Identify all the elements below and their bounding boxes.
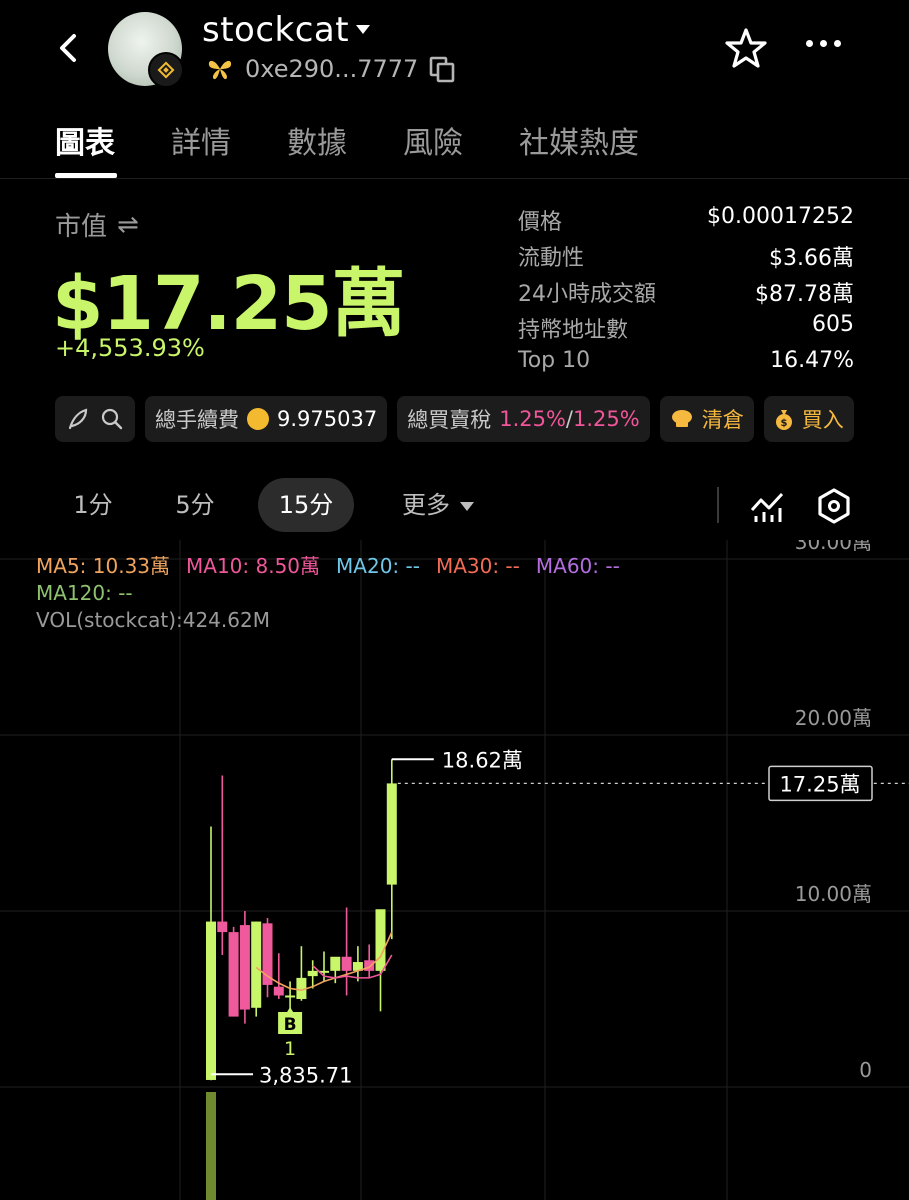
divider: [0, 178, 909, 179]
candle-body: [330, 956, 341, 971]
butterfly-icon: [208, 60, 232, 80]
candle-body: [307, 970, 318, 977]
candle-body: [364, 960, 375, 971]
low-label: 3,835.71: [259, 1063, 353, 1087]
legend-ma5: MA5: 10.33萬: [36, 554, 171, 578]
chevron-down-icon: [460, 501, 474, 511]
candle-body: [217, 921, 228, 933]
back-arrow-icon[interactable]: [50, 28, 90, 68]
copy-icon[interactable]: [428, 55, 456, 83]
y-tick-label: 0: [859, 1058, 872, 1082]
action-chips: 總手續費 9.975037 總買賣稅 1.25%/1.25% 清倉 $ 買入: [55, 396, 854, 442]
legend-ma60: MA60: --: [535, 554, 620, 578]
legend-ma120: MA120: --: [36, 581, 133, 605]
contract-address: 0xe290...7777: [245, 55, 419, 83]
money-bag-icon: $: [775, 410, 792, 430]
stat-liquidity: 流動性 $3.66萬: [518, 246, 854, 271]
candle-body: [273, 986, 284, 996]
swap-icon[interactable]: ⇌: [117, 210, 139, 240]
stat-price: 價格 $0.00017252: [518, 204, 854, 235]
volume-bar: [206, 1092, 216, 1200]
tab-risk[interactable]: 風險: [403, 118, 463, 162]
tab-bar: 圖表 詳情 數據 風險 社媒熱度: [55, 118, 639, 162]
legend-ma30: MA30: --: [435, 554, 520, 578]
token-name[interactable]: stockcat: [202, 10, 349, 50]
candle-body: [285, 995, 296, 998]
bnb-coin-icon: [247, 408, 269, 430]
candle-body: [375, 909, 386, 971]
chip-clear-position[interactable]: 清倉: [659, 396, 754, 442]
chevron-down-icon[interactable]: [356, 25, 370, 34]
chip-tools[interactable]: [55, 396, 135, 442]
stats-panel: 價格 $0.00017252 流動性 $3.66萬 24小時成交額 $87.78萬 持…: [518, 204, 854, 384]
interval-5m[interactable]: 5分: [160, 478, 230, 532]
candle-body: [251, 921, 262, 1008]
y-tick-label: 30.00萬: [795, 540, 872, 554]
tab-data[interactable]: 數據: [287, 118, 347, 162]
chip-tax[interactable]: 總買賣稅 1.25%/1.25%: [397, 396, 650, 442]
interval-more[interactable]: 更多: [388, 478, 488, 532]
legend-ma10: MA10: 8.50萬: [186, 554, 321, 578]
settings-hexagon-icon[interactable]: [815, 487, 853, 525]
candle-body: [206, 921, 216, 1080]
ma-legend: MA5: 10.33萬 MA10: 8.50萬 MA20: -- MA30: -- MA…: [36, 553, 716, 634]
legend-volume: VOL(stockcat):424.62M: [36, 608, 270, 632]
svg-text:$: $: [780, 418, 787, 429]
buy-marker-count: 1: [284, 1038, 296, 1060]
contract-address-row: 0xe290...7777: [205, 55, 456, 83]
interval-1m[interactable]: 1分: [60, 478, 126, 532]
stat-24h-volume: 24小時成交額 $87.78萬: [518, 282, 854, 307]
current-price-label: 17.25萬: [779, 772, 860, 796]
tab-details[interactable]: 詳情: [171, 118, 231, 162]
chip-buy[interactable]: $ 買入: [763, 396, 854, 442]
feather-icon[interactable]: [65, 406, 91, 432]
market-cap-label[interactable]: 市值 ⇌: [55, 206, 139, 243]
y-tick-label: 20.00萬: [795, 706, 872, 730]
buy-marker-letter: B: [284, 1015, 297, 1035]
chip-total-fee[interactable]: 總手續費 9.975037: [145, 396, 388, 442]
candle-body: [239, 925, 250, 1010]
more-dots-icon[interactable]: [806, 40, 841, 47]
y-tick-label: 10.00萬: [795, 882, 872, 906]
interval-15m[interactable]: 15分: [258, 478, 354, 532]
chef-hat-icon: [671, 410, 692, 427]
search-icon[interactable]: [99, 406, 125, 432]
high-label: 18.62萬: [442, 748, 523, 772]
indicator-icon[interactable]: [750, 488, 784, 524]
candle-body: [228, 932, 239, 1017]
stat-holders: 持幣地址數 605: [518, 312, 854, 343]
star-icon[interactable]: [724, 26, 768, 70]
divider: [717, 487, 719, 523]
market-cap-change: +4,553.93%: [55, 334, 205, 362]
market-cap-label-text: 市值: [55, 212, 108, 242]
tab-social[interactable]: 社媒熱度: [519, 118, 639, 162]
price-chart[interactable]: 30.00萬 20.00萬 10.00萬 0 18.62萬 3,835.71 17.25萬 B…: [0, 540, 909, 1200]
tab-chart[interactable]: 圖表: [55, 118, 115, 162]
bnb-chain-badge-icon: [148, 52, 184, 88]
legend-ma20: MA20: --: [336, 554, 420, 578]
candle-body: [341, 956, 352, 971]
candle-body: [386, 783, 397, 885]
stat-top10: Top 10 16.47%: [518, 348, 854, 373]
